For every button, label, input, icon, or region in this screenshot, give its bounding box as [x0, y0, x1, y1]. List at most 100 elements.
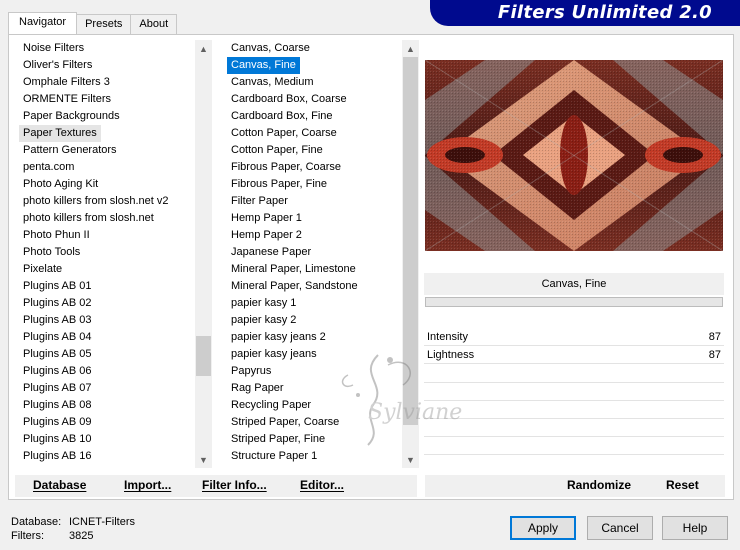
list-item[interactable]: photo killers from slosh.net — [19, 210, 195, 227]
list-item-label: Plugins AB 06 — [23, 365, 92, 377]
param-value: 87 — [708, 348, 721, 361]
database-button[interactable]: Database — [33, 478, 86, 492]
list-item[interactable]: papier kasy jeans 2 — [227, 329, 402, 346]
list-item-label: Filter Paper — [231, 195, 288, 207]
status-database-value: ICNET-Filters — [69, 516, 135, 528]
list-item[interactable]: Mineral Paper, Sandstone — [227, 278, 402, 295]
list-item[interactable]: Cardboard Box, Coarse — [227, 91, 402, 108]
list-item[interactable]: Plugins AB 05 — [19, 346, 195, 363]
list-item-label: Japanese Paper — [231, 246, 312, 258]
param-lightness[interactable]: Lightness 87 — [424, 346, 724, 364]
list-item-label: penta.com — [23, 161, 75, 173]
list-item-label: Mineral Paper, Sandstone — [231, 280, 358, 292]
list-item[interactable]: Paper Textures — [19, 125, 195, 142]
list-item[interactable]: Plugins AB 10 — [19, 431, 195, 448]
list-item[interactable]: Plugins AB 01 — [19, 278, 195, 295]
list-item[interactable]: Cardboard Box, Fine — [227, 108, 402, 125]
editor-button[interactable]: Editor... — [300, 478, 344, 492]
tab-presets[interactable]: Presets — [76, 14, 132, 34]
category-list[interactable]: Noise Filters Oliver's Filters Omphale Fil… — [19, 40, 195, 468]
list-item-label: Noise Filters — [23, 42, 85, 54]
status-filters: Filters: 3825 — [11, 530, 93, 542]
list-item-label: Cardboard Box, Coarse — [231, 93, 347, 105]
help-button[interactable]: Help — [662, 516, 728, 540]
list-item-label: Cotton Paper, Fine — [231, 144, 323, 156]
scroll-up-icon[interactable]: ▲ — [402, 40, 419, 57]
list-item[interactable]: ORMENTE Filters — [19, 91, 195, 108]
list-item-label: Fibrous Paper, Coarse — [231, 161, 342, 173]
list-item-label: Paper Textures — [19, 125, 101, 142]
list-action-strip: Database Import... Filter Info... Editor… — [15, 475, 417, 497]
list-item[interactable]: Plugins AB 08 — [19, 397, 195, 414]
param-label: Intensity — [427, 330, 468, 343]
list-item[interactable]: Plugins AB 06 — [19, 363, 195, 380]
list-item-label: Papyrus — [231, 365, 272, 377]
list-item[interactable]: Photo Aging Kit — [19, 176, 195, 193]
list-item[interactable]: Canvas, Fine — [227, 57, 402, 74]
list-item-label: Photo Aging Kit — [23, 178, 99, 190]
list-item-label: Canvas, Coarse — [231, 42, 310, 54]
list-item[interactable]: Cotton Paper, Fine — [227, 142, 402, 159]
list-item-label: Hemp Paper 2 — [231, 229, 302, 241]
list-item[interactable]: Filter Paper — [227, 193, 402, 210]
list-item[interactable]: Photo Phun II — [19, 227, 195, 244]
list-item[interactable]: Hemp Paper 2 — [227, 227, 402, 244]
list-item[interactable]: Plugins AB 03 — [19, 312, 195, 329]
list-item-label: Fibrous Paper, Fine — [231, 178, 327, 190]
list-item-label: Photo Tools — [23, 246, 81, 258]
list-item[interactable]: papier kasy 2 — [227, 312, 402, 329]
list-item[interactable]: photo killers from slosh.net v2 — [19, 193, 195, 210]
apply-button[interactable]: Apply — [510, 516, 576, 540]
cancel-button[interactable]: Cancel — [587, 516, 653, 540]
param-divider — [424, 436, 724, 437]
list-item[interactable]: Plugins AB 09 — [19, 414, 195, 431]
scroll-down-icon[interactable]: ▼ — [195, 451, 212, 468]
scroll-up-icon[interactable]: ▲ — [195, 40, 212, 57]
randomize-button[interactable]: Randomize — [567, 478, 631, 492]
reset-button[interactable]: Reset — [666, 478, 699, 492]
list-item[interactable]: Oliver's Filters — [19, 57, 195, 74]
list-item-label: Plugins AB 02 — [23, 297, 92, 309]
list-item[interactable]: Canvas, Coarse — [227, 40, 402, 57]
watermark: Sylviane — [318, 345, 468, 455]
list-item[interactable]: Japanese Paper — [227, 244, 402, 261]
list-item[interactable]: Plugins AB 16 — [19, 448, 195, 465]
list-item-label: Plugins AB 16 — [23, 450, 92, 462]
category-scrollbar[interactable]: ▲ ▼ — [195, 40, 212, 468]
list-item[interactable]: Cotton Paper, Coarse — [227, 125, 402, 142]
tab-navigator[interactable]: Navigator — [8, 12, 78, 34]
list-item[interactable]: Paper Backgrounds — [19, 108, 195, 125]
list-item[interactable]: Plugins AB 07 — [19, 380, 195, 397]
tab-about[interactable]: About — [130, 14, 178, 34]
list-item-label: photo killers from slosh.net v2 — [23, 195, 169, 207]
list-item[interactable]: Photo Tools — [19, 244, 195, 261]
list-item-label: papier kasy 1 — [231, 297, 297, 309]
param-intensity[interactable]: Intensity 87 — [424, 328, 724, 346]
list-item[interactable]: Mineral Paper, Limestone — [227, 261, 402, 278]
list-item-label: Plugins AB 08 — [23, 399, 92, 411]
list-item-label: Pixelate — [23, 263, 63, 275]
list-item[interactable]: Fibrous Paper, Fine — [227, 176, 402, 193]
list-item[interactable]: Fibrous Paper, Coarse — [227, 159, 402, 176]
param-divider — [424, 418, 724, 419]
list-item[interactable]: penta.com — [19, 159, 195, 176]
scroll-thumb[interactable] — [196, 336, 211, 376]
status-filters-value: 3825 — [69, 530, 94, 542]
list-item[interactable]: Canvas, Medium — [227, 74, 402, 91]
list-item[interactable]: Hemp Paper 1 — [227, 210, 402, 227]
list-item[interactable]: Pattern Generators — [19, 142, 195, 159]
list-item[interactable]: papier kasy 1 — [227, 295, 402, 312]
list-item-label: Cotton Paper, Coarse — [231, 127, 337, 139]
import-button[interactable]: Import... — [124, 478, 171, 492]
list-item[interactable]: Plugins AB 04 — [19, 329, 195, 346]
preview-image — [425, 60, 723, 251]
list-item-label: Recycling Paper — [231, 399, 312, 411]
list-item[interactable]: Plugins AB 02 — [19, 295, 195, 312]
list-item-label: papier kasy 2 — [231, 314, 297, 326]
filter-info-button[interactable]: Filter Info... — [202, 478, 267, 492]
list-item[interactable]: Noise Filters — [19, 40, 195, 57]
list-item[interactable]: Omphale Filters 3 — [19, 74, 195, 91]
list-item-label: Plugins AB 03 — [23, 314, 92, 326]
list-item[interactable]: Pixelate — [19, 261, 195, 278]
status-database: Database: ICNET-Filters — [11, 516, 135, 528]
